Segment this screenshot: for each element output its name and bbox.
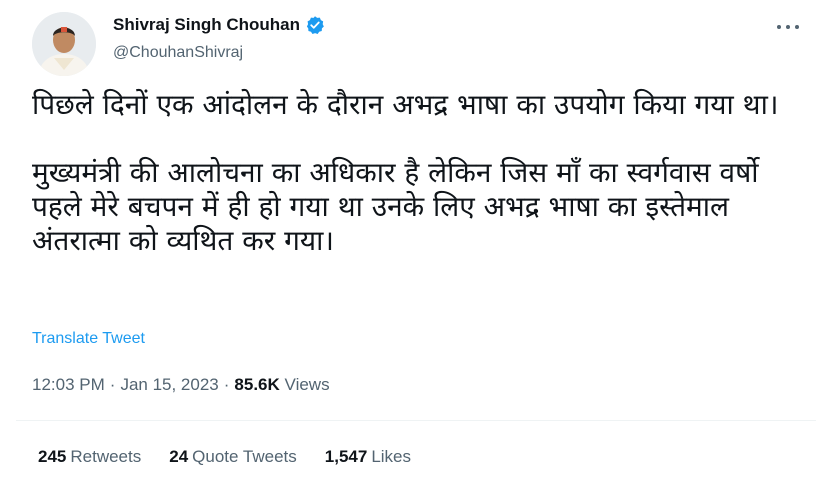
likes-count: 1,547	[324, 447, 368, 466]
avatar-portrait-icon	[32, 12, 96, 76]
tweet-date[interactable]: Jan 15, 2023	[120, 375, 218, 394]
author-handle[interactable]: @ChouhanShivraj	[113, 44, 243, 62]
quotes-label: Quote Tweets	[192, 447, 297, 466]
meta-separator: ·	[223, 375, 230, 394]
verified-badge-icon	[305, 15, 325, 35]
retweets-stat[interactable]: 245 Retweets	[38, 447, 141, 467]
quote-tweets-stat[interactable]: 24 Quote Tweets	[169, 447, 297, 467]
author-display-name[interactable]: Shivraj Singh Chouhan	[113, 15, 300, 35]
divider	[16, 420, 816, 421]
likes-label: Likes	[371, 447, 411, 466]
views-count: 85.6K	[234, 375, 280, 394]
engagement-stats: 245 Retweets 24 Quote Tweets 1,547 Likes	[38, 447, 439, 467]
quotes-count: 24	[169, 447, 189, 466]
views-label: Views	[284, 375, 330, 394]
tweet-meta: 12:03 PM · Jan 15, 2023 · 85.6K Views	[32, 375, 330, 395]
meta-separator: ·	[109, 375, 116, 394]
avatar[interactable]	[32, 12, 96, 76]
author-name-row: Shivraj Singh Chouhan	[113, 15, 325, 35]
likes-stat[interactable]: 1,547 Likes	[325, 447, 411, 467]
tweet-text: पिछले दिनों एक आंदोलन के दौरान अभद्र भाष…	[32, 88, 779, 257]
tweet-detail: Shivraj Singh Chouhan @ChouhanShivraj पि…	[0, 0, 833, 481]
more-dots-icon	[777, 25, 799, 29]
translate-tweet-link[interactable]: Translate Tweet	[32, 330, 145, 348]
more-options-button[interactable]	[771, 14, 805, 40]
retweets-count: 245	[38, 447, 67, 466]
tweet-time[interactable]: 12:03 PM	[32, 375, 105, 394]
retweets-label: Retweets	[70, 447, 142, 466]
